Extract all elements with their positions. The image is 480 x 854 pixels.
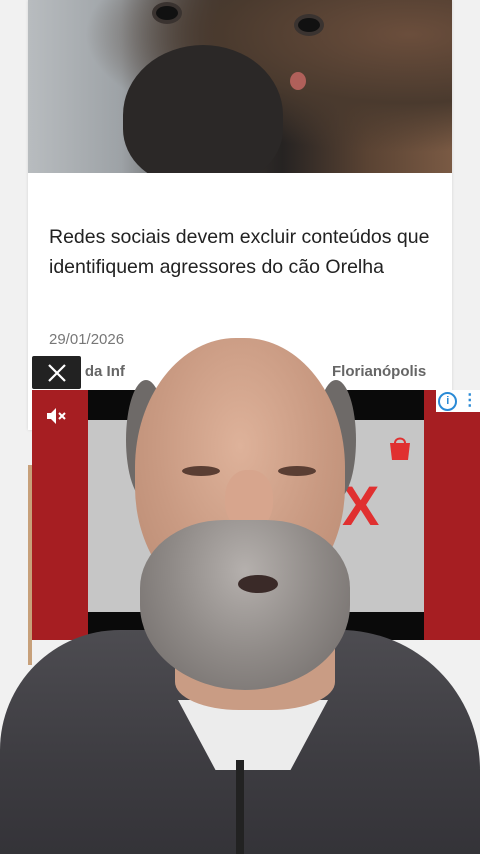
article-source-right: Florianópolis bbox=[332, 363, 427, 380]
article-date: 29/01/2026 bbox=[49, 331, 125, 348]
presenter-beard bbox=[140, 520, 350, 690]
article-hero-image[interactable] bbox=[28, 0, 452, 173]
dog-snout bbox=[123, 45, 283, 173]
close-ad-button[interactable] bbox=[32, 356, 81, 389]
info-icon[interactable]: i bbox=[438, 391, 458, 411]
presenter-eye-right bbox=[278, 466, 316, 476]
article-title[interactable]: Redes sociais devem excluir conteúdos qu… bbox=[49, 222, 439, 282]
kebab-menu-icon[interactable]: ⋮ bbox=[462, 393, 478, 409]
close-icon bbox=[47, 363, 66, 382]
dog-eye-left bbox=[156, 6, 178, 20]
dog-wound bbox=[290, 72, 306, 90]
ad-choices[interactable]: i ⋮ bbox=[436, 390, 480, 412]
presenter-zipper bbox=[236, 760, 244, 854]
presenter-eye-left bbox=[182, 466, 220, 476]
presenter-mouth bbox=[238, 575, 278, 593]
shopee-bag-icon bbox=[390, 437, 410, 460]
speaker-muted-icon[interactable] bbox=[44, 404, 68, 428]
dog-eye-right bbox=[298, 18, 320, 32]
